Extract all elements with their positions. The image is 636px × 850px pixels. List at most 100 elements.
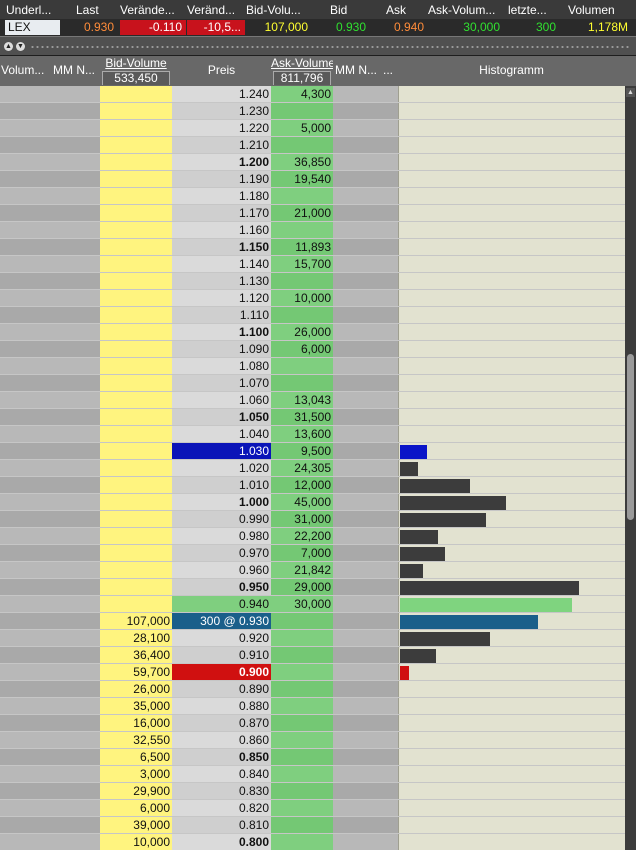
price-cell[interactable]: 1.040 <box>172 426 271 442</box>
bid-volume-cell[interactable] <box>100 188 172 204</box>
bid-volume-cell[interactable]: 28,100 <box>100 630 172 646</box>
price-cell[interactable]: 1.140 <box>172 256 271 272</box>
bid-volume-cell[interactable]: 35,000 <box>100 698 172 714</box>
price-cell[interactable]: 1.060 <box>172 392 271 408</box>
price-cell[interactable]: 1.240 <box>172 86 271 102</box>
ask-volume-cell[interactable]: 45,000 <box>271 494 333 510</box>
price-cell[interactable]: 0.820 <box>172 800 271 816</box>
orderbook-row[interactable]: 59,700 0.900 <box>0 664 625 681</box>
ask-volume-cell[interactable]: 15,700 <box>271 256 333 272</box>
price-cell[interactable]: 300 @ 0.930 <box>172 613 271 629</box>
orderbook-row[interactable]: 1.100 26,000 <box>0 324 625 341</box>
bid-volume-cell[interactable] <box>100 86 172 102</box>
bid-volume-cell[interactable] <box>100 409 172 425</box>
price-cell[interactable]: 0.880 <box>172 698 271 714</box>
quote-values-row[interactable]: LEX 0.930 -0.110 -10,5... 107,000 0.930 … <box>0 19 636 36</box>
orderbook-row[interactable]: 1.240 4,300 <box>0 86 625 103</box>
orderbook-row[interactable]: 1.050 31,500 <box>0 409 625 426</box>
panel-splitter[interactable]: ▲ ▼ <box>0 36 636 56</box>
price-cell[interactable]: 1.080 <box>172 358 271 374</box>
orderbook-row[interactable]: 6,000 0.820 <box>0 800 625 817</box>
orderbook-row[interactable]: 1.220 5,000 <box>0 120 625 137</box>
bid-volume-cell[interactable]: 26,000 <box>100 681 172 697</box>
bid-volume-cell[interactable] <box>100 256 172 272</box>
bid-volume-cell[interactable] <box>100 494 172 510</box>
ask-volume-cell[interactable] <box>271 783 333 799</box>
orderbook-row[interactable]: 1.170 21,000 <box>0 205 625 222</box>
splitter-grip[interactable] <box>30 46 630 48</box>
price-cell[interactable]: 1.230 <box>172 103 271 119</box>
orderbook-row[interactable]: 1.130 <box>0 273 625 290</box>
ask-volume-cell[interactable]: 11,893 <box>271 239 333 255</box>
bid-volume-cell[interactable] <box>100 426 172 442</box>
ask-volume-cell[interactable]: 31,500 <box>271 409 333 425</box>
ask-volume-cell[interactable]: 12,000 <box>271 477 333 493</box>
ask-volume-cell[interactable] <box>271 834 333 850</box>
price-cell[interactable]: 1.090 <box>172 341 271 357</box>
bid-volume-cell[interactable] <box>100 307 172 323</box>
price-cell[interactable]: 1.220 <box>172 120 271 136</box>
price-cell[interactable]: 0.980 <box>172 528 271 544</box>
bid-volume-cell[interactable]: 59,700 <box>100 664 172 680</box>
underlying-name[interactable]: LEX <box>5 20 60 35</box>
orderbook-row[interactable]: 6,500 0.850 <box>0 749 625 766</box>
ask-volume-cell[interactable]: 21,842 <box>271 562 333 578</box>
price-cell[interactable]: 1.110 <box>172 307 271 323</box>
col-bid-volume-header[interactable]: Bid-Volume 533,450 <box>100 56 172 86</box>
orderbook-row[interactable]: 3,000 0.840 <box>0 766 625 783</box>
ask-volume-cell[interactable]: 22,200 <box>271 528 333 544</box>
orderbook-row[interactable]: 1.070 <box>0 375 625 392</box>
ask-volume-cell[interactable] <box>271 749 333 765</box>
ask-volume-cell[interactable] <box>271 137 333 153</box>
col-ask-volume[interactable]: Ask-Volum... <box>428 3 504 17</box>
bid-volume-cell[interactable] <box>100 443 172 459</box>
ask-volume-cell[interactable] <box>271 698 333 714</box>
bid-volume-cell[interactable]: 29,900 <box>100 783 172 799</box>
scroll-up-icon[interactable]: ▲ <box>626 88 635 97</box>
col-mm-name-left[interactable]: MM N... <box>53 63 99 77</box>
bid-volume-cell[interactable] <box>100 341 172 357</box>
price-cell[interactable]: 1.030 <box>172 443 271 459</box>
orderbook-row[interactable]: 1.000 45,000 <box>0 494 625 511</box>
ask-volume-cell[interactable] <box>271 307 333 323</box>
col-histogram[interactable]: Histogramm <box>398 63 625 77</box>
orderbook-row[interactable]: 1.160 <box>0 222 625 239</box>
bid-volume-cell[interactable] <box>100 239 172 255</box>
price-cell[interactable]: 1.020 <box>172 460 271 476</box>
col-mm-name-right[interactable]: MM N... <box>335 63 381 77</box>
ask-volume-cell[interactable]: 30,000 <box>271 596 333 612</box>
bid-volume-cell[interactable] <box>100 358 172 374</box>
orderbook-row[interactable]: 1.030 9,500 <box>0 443 625 460</box>
ask-volume-cell[interactable]: 24,305 <box>271 460 333 476</box>
orderbook-row[interactable]: 1.020 24,305 <box>0 460 625 477</box>
orderbook-row[interactable]: 1.200 36,850 <box>0 154 625 171</box>
bid-volume-cell[interactable] <box>100 596 172 612</box>
col-change[interactable]: Verände... <box>120 3 186 17</box>
price-cell[interactable]: 0.970 <box>172 545 271 561</box>
orderbook-row[interactable]: 35,000 0.880 <box>0 698 625 715</box>
price-cell[interactable]: 0.960 <box>172 562 271 578</box>
ask-volume-cell[interactable]: 21,000 <box>271 205 333 221</box>
col-last[interactable]: Last <box>76 3 116 17</box>
price-cell[interactable]: 0.850 <box>172 749 271 765</box>
bid-volume-cell[interactable] <box>100 511 172 527</box>
price-cell[interactable]: 1.190 <box>172 171 271 187</box>
orderbook-row[interactable]: 28,100 0.920 <box>0 630 625 647</box>
price-cell[interactable]: 0.890 <box>172 681 271 697</box>
ask-volume-cell[interactable] <box>271 664 333 680</box>
bid-volume-cell[interactable] <box>100 120 172 136</box>
ask-volume-cell[interactable]: 36,850 <box>271 154 333 170</box>
ask-volume-cell[interactable] <box>271 613 333 629</box>
bid-volume-cell[interactable] <box>100 222 172 238</box>
col-bid[interactable]: Bid <box>330 3 370 17</box>
bid-volume-cell[interactable] <box>100 171 172 187</box>
bid-volume-cell[interactable] <box>100 205 172 221</box>
bid-volume-cell[interactable] <box>100 477 172 493</box>
ask-volume-cell[interactable]: 31,000 <box>271 511 333 527</box>
bid-volume-cell[interactable] <box>100 290 172 306</box>
price-cell[interactable]: 0.860 <box>172 732 271 748</box>
price-cell[interactable]: 1.000 <box>172 494 271 510</box>
scrollbar-thumb[interactable] <box>627 354 634 520</box>
orderbook-row[interactable]: 0.980 22,200 <box>0 528 625 545</box>
price-cell[interactable]: 0.810 <box>172 817 271 833</box>
